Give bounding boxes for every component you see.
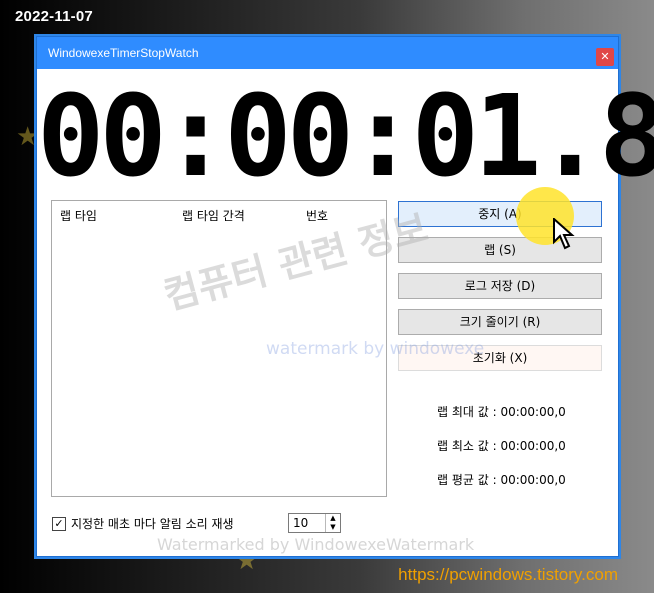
seconds-value[interactable]: 10 (293, 516, 308, 530)
watermark-footer: Watermarked by WindowexeWatermark (157, 535, 475, 554)
alarm-checkbox-row[interactable]: ✓ 지정한 매초 마다 알림 소리 재생 (52, 515, 234, 532)
alarm-label: 지정한 매초 마다 알림 소리 재생 (71, 517, 234, 531)
lap-max-value: 랩 최대 값 : 00:00:00,0 (437, 405, 566, 419)
seconds-stepper[interactable]: 10 ▲ ▼ (288, 513, 341, 533)
lap-min-value: 랩 최소 값 : 00:00:00,0 (437, 439, 566, 453)
desktop-date: 2022-11-07 (15, 8, 93, 25)
app-window: WindowexeTimerStopWatch ✕ 00:00:01.8 랩 타… (36, 36, 654, 557)
close-button[interactable]: ✕ (596, 48, 614, 66)
window-title: WindowexeTimerStopWatch (48, 46, 199, 60)
mouse-pointer-icon (553, 216, 577, 254)
title-bar[interactable]: WindowexeTimerStopWatch ✕ (37, 37, 618, 69)
close-icon: ✕ (600, 50, 610, 63)
chevron-up-icon[interactable]: ▲ (326, 514, 340, 523)
timer-display: 00:00:01.8 (37, 72, 654, 202)
site-url: https://pcwindows.tistory.com (398, 565, 618, 584)
lap-avg-value: 랩 평균 값 : 00:00:00,0 (437, 473, 566, 487)
chevron-down-icon[interactable]: ▼ (326, 523, 340, 532)
stepper-buttons[interactable]: ▲ ▼ (325, 514, 340, 532)
column-header-lap-interval[interactable]: 랩 타임 간격 (182, 207, 245, 224)
column-header-lap-time[interactable]: 랩 타임 (60, 207, 97, 224)
shrink-button[interactable]: 크기 줄이기 (R) (398, 309, 602, 335)
save-log-button[interactable]: 로그 저장 (D) (398, 273, 602, 299)
watermark-blue: watermark by windowexe (266, 339, 485, 359)
checkbox-icon[interactable]: ✓ (52, 516, 66, 531)
